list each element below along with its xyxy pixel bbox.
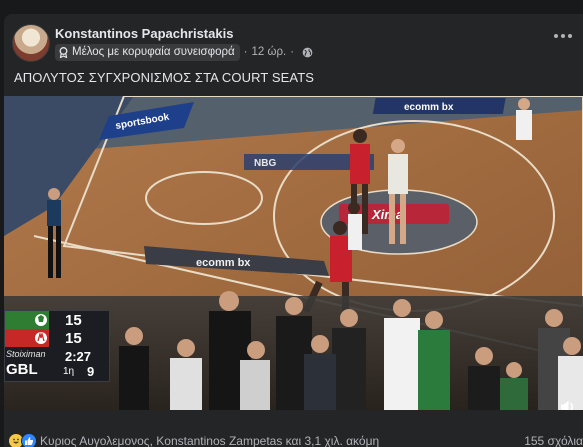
badge-icon	[59, 46, 68, 58]
author-name[interactable]: Konstantinos Papachristakis	[55, 26, 233, 41]
home-score: 15	[65, 311, 82, 329]
reactors-summary[interactable]: Κυριος Αυγολεμονος, Konstantinos Zampeta…	[40, 434, 379, 447]
shot-clock: 9	[87, 364, 95, 379]
scoreboard: 15 15 Stoiximan GBL 2:27 1η 9	[4, 310, 110, 382]
game-clock: 2:27	[65, 349, 92, 364]
away-score: 15	[65, 329, 82, 347]
svg-text:Xima: Xima	[371, 207, 403, 222]
court-ad-top: ecomm bx	[372, 98, 506, 114]
player-white-2	[516, 98, 532, 140]
post-card: Konstantinos Papachristakis Μέλος με κορ…	[4, 14, 583, 447]
reaction-icons[interactable]	[8, 433, 37, 447]
svg-text:NBG: NBG	[254, 158, 276, 169]
badge-label: Μέλος με κορυφαία συνεισφορά	[72, 46, 235, 58]
meta-separator: ·	[243, 46, 248, 58]
author-avatar[interactable]	[12, 24, 50, 62]
like-reaction-icon	[21, 433, 37, 447]
meta-separator-2: ·	[290, 46, 295, 58]
scoreboard-home-row: 15	[5, 311, 109, 329]
quarter-label: 1η	[63, 366, 75, 377]
home-team-logo	[5, 311, 49, 329]
post-header: Konstantinos Papachristakis Μέλος με κορ…	[4, 14, 583, 72]
svg-text:ecomm bx: ecomm bx	[196, 257, 251, 269]
league-label: GBL	[6, 361, 38, 378]
post-footer: Κυριος Αυγολεμονος, Konstantinos Zampeta…	[4, 432, 583, 447]
away-team-logo	[5, 329, 49, 347]
more-options-icon[interactable]	[551, 28, 575, 44]
comment-count[interactable]: 155 σχόλια	[524, 434, 583, 447]
scoreboard-away-row: 15	[5, 329, 109, 347]
svg-text:ecomm bx: ecomm bx	[404, 102, 454, 113]
globe-icon	[302, 47, 313, 57]
volume-icon[interactable]	[559, 398, 577, 410]
top-contributor-badge[interactable]: Μέλος με κορυφαία συνεισφορά	[55, 43, 240, 61]
video-player[interactable]: sportsbook ecomm bx NBG ecomm bx Xima 15…	[4, 96, 583, 410]
post-text: ΑΠΟΛΥΤΟΣ ΣΥΓΧΡΟΝΙΣΜΟΣ ΣΤΑ COURT SEATS	[14, 70, 315, 85]
scoreboard-clock-row: Stoiximan GBL 2:27 1η 9	[5, 347, 109, 381]
post-timestamp[interactable]: 12 ώρ.	[252, 46, 287, 58]
scoreboard-sponsor: Stoiximan	[6, 349, 46, 359]
post-meta: Μέλος με κορυφαία συνεισφορά · 12 ώρ. ·	[55, 43, 313, 61]
